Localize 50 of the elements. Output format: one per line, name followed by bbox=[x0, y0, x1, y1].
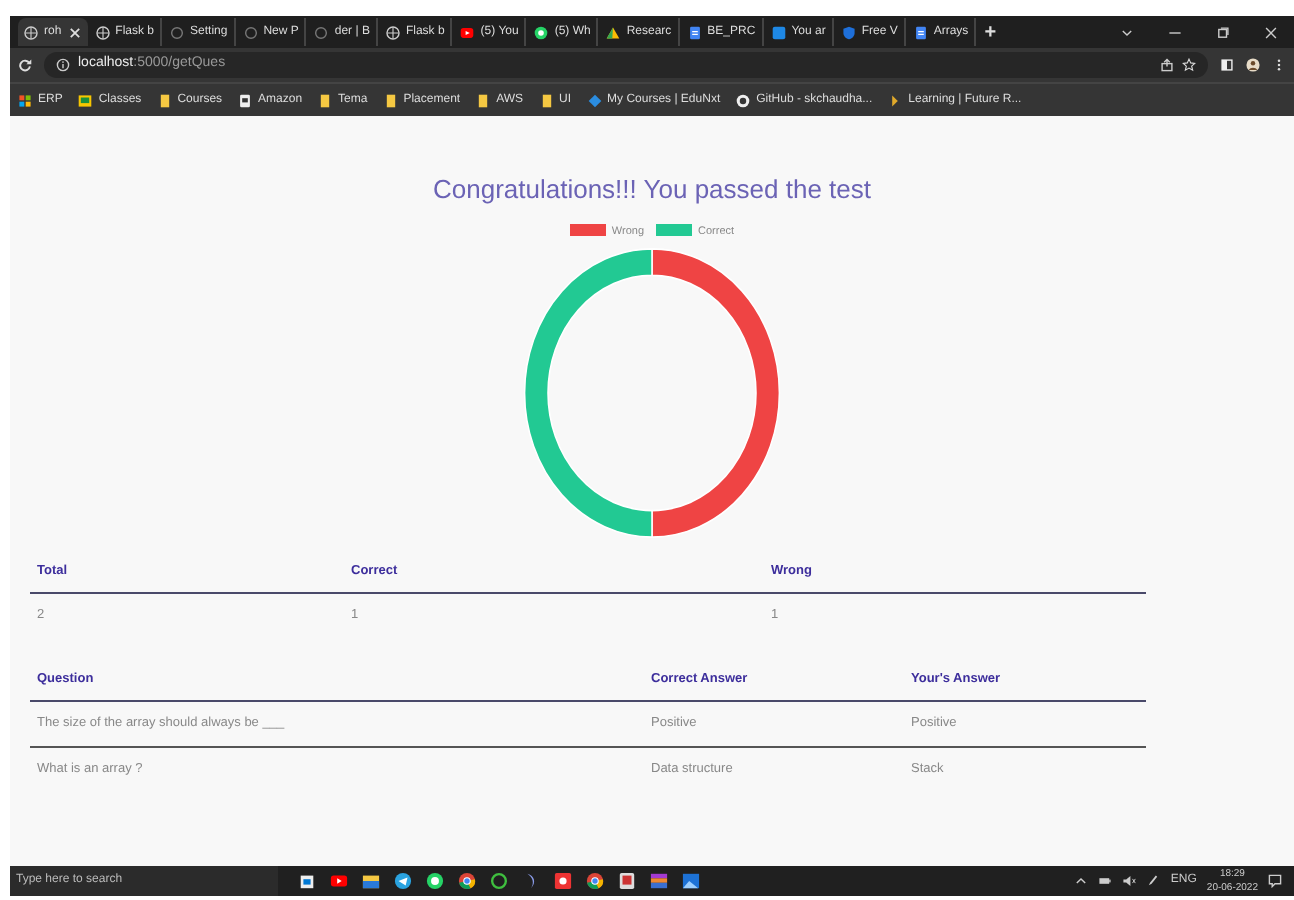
chevron-up-icon[interactable] bbox=[1074, 874, 1089, 888]
share-icon[interactable] bbox=[1160, 58, 1174, 72]
document-icon bbox=[913, 25, 928, 39]
circle-icon bbox=[170, 25, 185, 39]
grid-icon bbox=[18, 93, 32, 107]
ring-icon[interactable] bbox=[490, 872, 508, 890]
globe-icon bbox=[24, 25, 38, 39]
restore-icon[interactable] bbox=[1216, 25, 1230, 39]
calculator-icon[interactable] bbox=[618, 872, 636, 890]
square-icon bbox=[771, 25, 786, 39]
notification-icon[interactable] bbox=[1268, 874, 1282, 888]
globe-icon bbox=[95, 25, 110, 39]
page-heading: Congratulations!!! You passed the test bbox=[433, 172, 871, 208]
close-icon bbox=[67, 25, 82, 39]
close-icon[interactable] bbox=[1264, 25, 1278, 39]
chat-icon[interactable] bbox=[426, 872, 444, 890]
board-icon bbox=[78, 93, 93, 107]
folder-icon bbox=[383, 93, 398, 107]
circle-icon bbox=[314, 25, 329, 39]
pen-icon[interactable] bbox=[1146, 874, 1161, 888]
info-icon bbox=[56, 58, 70, 72]
circle-icon bbox=[243, 25, 258, 39]
diamond-icon bbox=[587, 93, 602, 107]
sidebar-icon[interactable] bbox=[1220, 58, 1234, 72]
folder-icon bbox=[157, 93, 172, 107]
image-icon[interactable] bbox=[682, 872, 700, 890]
more-icon[interactable] bbox=[1272, 58, 1286, 72]
arrow-icon bbox=[888, 93, 903, 107]
document-icon bbox=[687, 25, 702, 39]
play-icon[interactable] bbox=[330, 872, 348, 890]
new-tab-button[interactable]: + bbox=[978, 18, 1003, 46]
shield-icon bbox=[841, 25, 856, 39]
paper-plane-icon[interactable] bbox=[394, 872, 412, 890]
folder-icon bbox=[318, 93, 333, 107]
star-icon[interactable] bbox=[1182, 58, 1196, 72]
record-icon[interactable] bbox=[554, 872, 572, 890]
folder-icon[interactable] bbox=[362, 872, 380, 890]
chrome-icon[interactable] bbox=[458, 872, 476, 890]
play-icon bbox=[460, 25, 475, 39]
avatar-icon[interactable] bbox=[1246, 58, 1260, 72]
reload-icon[interactable] bbox=[18, 58, 32, 72]
triangle-icon bbox=[606, 25, 621, 39]
globe-icon bbox=[385, 25, 400, 39]
page-icon bbox=[238, 93, 253, 107]
chrome-icon[interactable] bbox=[586, 872, 604, 890]
chevron-down-icon[interactable] bbox=[1120, 25, 1134, 39]
speaker-icon[interactable] bbox=[1122, 874, 1137, 888]
chat-icon bbox=[534, 25, 549, 39]
folder-icon bbox=[476, 93, 491, 107]
folder-icon bbox=[539, 93, 554, 107]
